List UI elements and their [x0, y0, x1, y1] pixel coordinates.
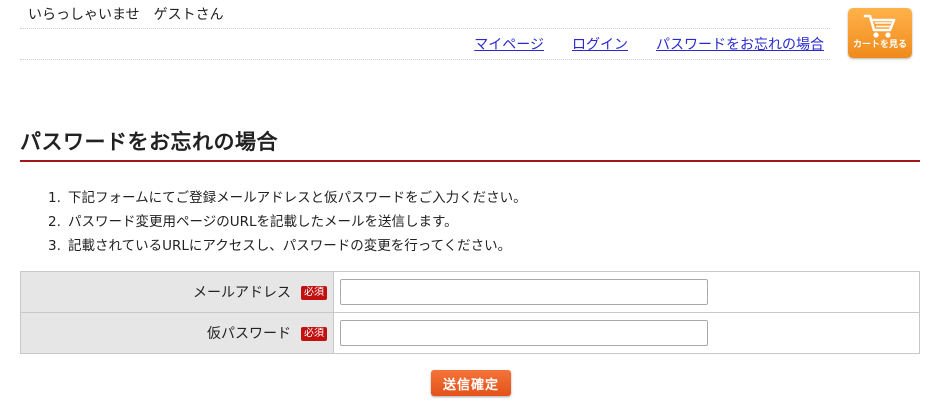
email-input[interactable]	[340, 279, 708, 305]
email-label: メールアドレス	[193, 285, 291, 301]
cart-button-label: カートを見る	[852, 40, 907, 50]
instruction-item: 2. パスワード変更用ページのURLを記載したメールを送信します。	[48, 214, 458, 230]
temp-password-input[interactable]	[340, 320, 708, 346]
greeting-text: いらっしゃいませ ゲストさん	[20, 0, 830, 29]
required-badge: 必須	[301, 286, 327, 300]
email-label-cell: メールアドレス 必須	[20, 271, 334, 313]
forgot-password-link[interactable]: パスワードをお忘れの場合	[656, 34, 824, 54]
temp-password-label: 仮パスワード	[207, 326, 291, 342]
login-link[interactable]: ログイン	[572, 34, 628, 54]
temp-password-label-cell: 仮パスワード 必須	[20, 312, 334, 354]
email-field-cell	[333, 271, 920, 313]
instruction-item: 1. 下記フォームにてご登録メールアドレスと仮パスワードをご入力ください。	[48, 190, 527, 206]
password-reset-form: メールアドレス 必須 仮パスワード 必須	[20, 271, 920, 354]
temp-password-field-cell	[333, 312, 920, 354]
top-nav: マイページ ログイン パスワードをお忘れの場合	[20, 29, 830, 60]
view-cart-button[interactable]: カートを見る	[848, 8, 912, 58]
instruction-list: 1. 下記フォームにてご登録メールアドレスと仮パスワードをご入力ください。 2. パ…	[48, 186, 527, 258]
cart-icon	[863, 14, 896, 38]
submit-button[interactable]: 送信確定	[431, 370, 511, 396]
email-row: メールアドレス 必須	[20, 271, 920, 313]
page-title: パスワードをお忘れの場合	[20, 126, 920, 162]
temp-password-row: 仮パスワード 必須	[20, 312, 920, 354]
site-header: いらっしゃいませ ゲストさん マイページ ログイン パスワードをお忘れの場合	[20, 0, 830, 60]
instruction-item: 3. 記載されているURLにアクセスし、パスワードの変更を行ってください。	[48, 238, 512, 254]
mypage-link[interactable]: マイページ	[474, 34, 544, 54]
required-badge: 必須	[301, 327, 327, 341]
